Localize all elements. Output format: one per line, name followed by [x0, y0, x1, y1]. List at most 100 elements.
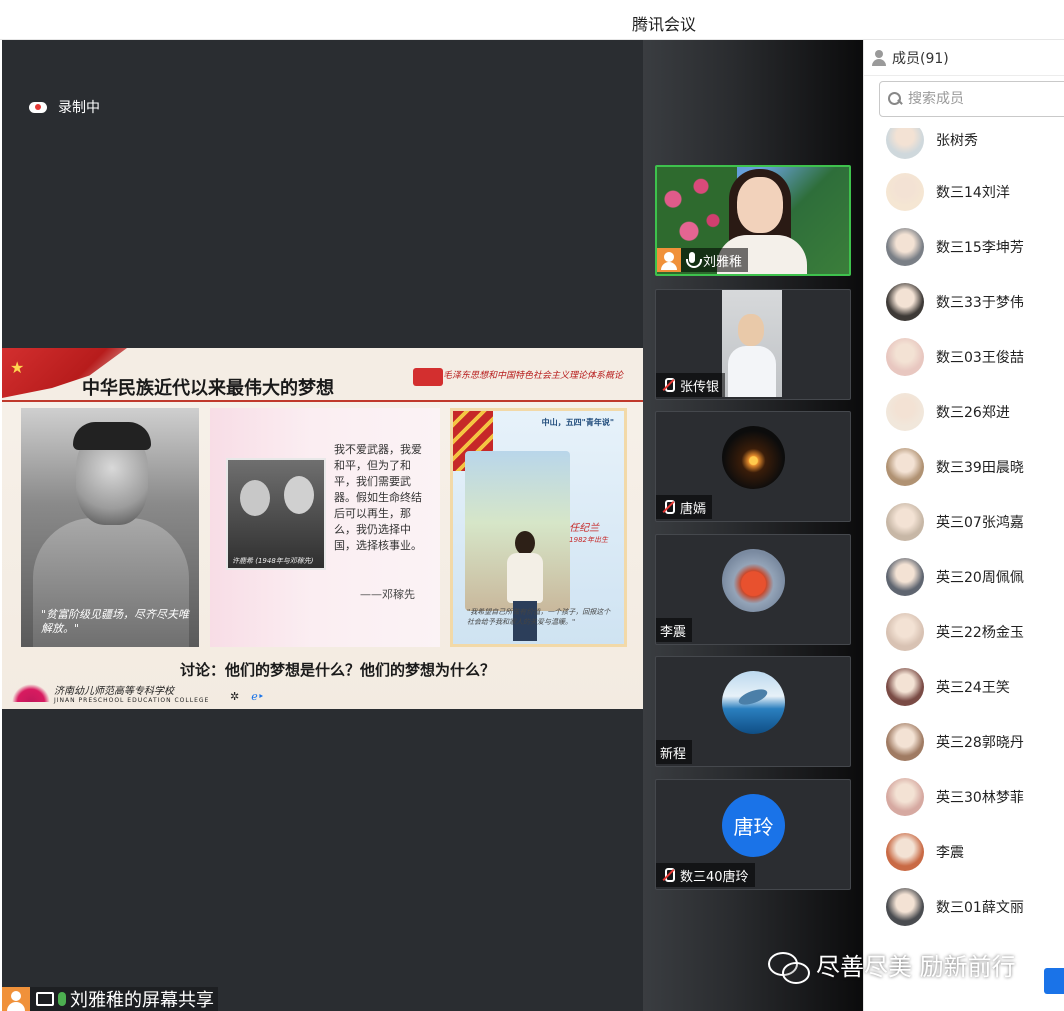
member-row[interactable]: 数三39田晨晓 — [864, 439, 1064, 494]
girl-body — [507, 553, 543, 603]
member-name: 英三07张鸿嘉 — [936, 514, 1024, 531]
poem-text: 我不爱武器，我爱和平，但为了和平，我们需要武器。假如生命终结后可以再生，那么，我… — [334, 443, 422, 552]
person-right — [284, 476, 314, 514]
participant-name: 数三40唐玲 — [680, 869, 749, 885]
slide-banner: ★ 中华民族近代以来最伟大的梦想 毛泽东思想和中国特色社会主义理论体系概论 — [2, 348, 643, 402]
tile-namebar: 李震 — [656, 618, 693, 642]
member-avatar — [886, 557, 924, 596]
member-avatar — [886, 392, 924, 431]
poem-author: ——邓稼先 — [360, 588, 415, 601]
star-icon: ★ — [10, 358, 25, 377]
mic-on-icon — [685, 252, 702, 268]
member-name: 数三39田晨晓 — [936, 459, 1024, 476]
college-logo: 济南幼儿师范高等专科学校 JINAN PRESCHOOL EDUCATION C… — [12, 682, 209, 704]
member-row[interactable]: 英三07张鸿嘉 — [864, 494, 1064, 549]
members-count: 成员(91) — [892, 50, 949, 67]
member-row[interactable]: 英三20周佩佩 — [864, 549, 1064, 604]
member-name: 数三03王俊喆 — [936, 349, 1024, 366]
member-row[interactable]: 数三03王俊喆 — [864, 329, 1064, 384]
member-name: 英三24王笑 — [936, 679, 1010, 696]
youth-name-text: 任纪兰 — [569, 523, 600, 534]
member-avatar — [886, 612, 924, 651]
share-owner-label: 刘雅稚的屏幕共享 — [70, 990, 214, 1011]
title-bar: 腾讯会议 — [0, 0, 1064, 40]
member-list: 张树秀数三14刘洋数三15李坤芳 数三33于梦伟数三03王俊喆 数三26郑进 数三39… — [864, 128, 1064, 948]
member-name: 张树秀 — [936, 133, 978, 149]
video-tile-xincheng[interactable]: 新程 — [655, 656, 851, 767]
member-avatar — [886, 447, 924, 486]
participant-face — [737, 177, 783, 233]
portrait-photo: "贫富阶级见疆场，尽齐尽夫唯解放。" — [21, 408, 199, 647]
member-row[interactable]: 数三14刘洋 — [864, 164, 1064, 219]
camera-feed — [722, 290, 782, 397]
video-tile-lizhen[interactable]: 李震 — [655, 534, 851, 645]
recording-label: 录制中 — [58, 100, 100, 116]
party-flag-icon — [413, 368, 443, 386]
participant-face — [738, 314, 764, 346]
member-name: 数三14刘洋 — [936, 184, 1010, 201]
member-name: 李震 — [936, 844, 964, 861]
search-icon — [888, 92, 902, 106]
poem-panel: 许鹿希 (1948年与邓稼先) 我不爱武器，我爱和平，但为了和平，我们需要武器。… — [210, 408, 440, 647]
youth-panel: 中山，五四"青年说" 任纪兰 1982年出生 "我希望自己所做有价值，一个孩子，… — [450, 408, 627, 647]
window-title: 腾讯会议 — [631, 15, 696, 34]
participant-name: 张传银 — [680, 379, 720, 395]
member-avatar — [886, 282, 924, 321]
member-name: 英三28郭晓丹 — [936, 734, 1024, 751]
fish-avatar — [722, 549, 785, 612]
youth-caption: "我希望自己所做有价值，一个孩子，回报这个社会给予我和家人的关爱与温暖。" — [467, 608, 611, 626]
member-avatar — [886, 227, 924, 266]
shared-slide: ★ 中华民族近代以来最伟大的梦想 毛泽东思想和中国特色社会主义理论体系概论 "贫… — [2, 348, 643, 709]
member-name: 数三01薛文丽 — [936, 899, 1024, 916]
participant-name: 唐嫣 — [680, 501, 707, 517]
member-avatar — [886, 128, 924, 159]
member-row[interactable]: 数三26郑进 — [864, 384, 1064, 439]
host-avatar-icon — [2, 987, 30, 1011]
video-tile-zhangchuanyin[interactable]: 张传银 — [655, 289, 851, 400]
panel-toggle-button[interactable] — [1044, 968, 1064, 994]
mic-muted-icon — [660, 499, 676, 515]
windmill-icon[interactable]: ✲ — [230, 690, 239, 703]
member-name: 英三22杨金玉 — [936, 624, 1024, 641]
video-tile-liuyazhi[interactable]: 刘雅稚 — [655, 165, 851, 276]
member-avatar — [886, 172, 924, 211]
person-left — [240, 480, 270, 516]
member-row[interactable]: 英三28郭晓丹 — [864, 714, 1064, 769]
recording-indicator[interactable]: 录制中 — [28, 97, 100, 117]
participant-body — [728, 346, 776, 397]
video-tile-tangling[interactable]: 唐玲 数三40唐玲 — [655, 779, 851, 890]
browser-icon[interactable]: ℯ‣ — [251, 690, 264, 703]
member-name: 英三30林梦菲 — [936, 789, 1024, 806]
participant-name: 新程 — [660, 746, 687, 762]
tile-namebar: 新程 — [656, 740, 693, 764]
dolphin-avatar — [722, 671, 785, 734]
candle-avatar — [722, 426, 785, 489]
couple-photo: 许鹿希 (1948年与邓稼先) — [226, 458, 326, 570]
member-avatar — [886, 887, 924, 926]
member-row[interactable]: 英三30林梦菲 — [864, 769, 1064, 824]
member-row[interactable]: 数三15李坤芳 — [864, 219, 1064, 274]
member-row[interactable]: 英三24王笑 — [864, 659, 1064, 714]
video-tile-tangyan[interactable]: 唐嫣 — [655, 411, 851, 522]
member-row[interactable]: 李震 — [864, 824, 1064, 879]
member-avatar — [886, 832, 924, 871]
member-avatar — [886, 777, 924, 816]
college-name-cn: 济南幼儿师范高等专科学校 — [54, 686, 174, 697]
slide-title: 中华民族近代以来最伟大的梦想 — [82, 378, 334, 399]
members-panel: 成员(91) 张树秀数三14刘洋数三15李坤芳数三33于梦伟数三03王俊喆数三2… — [863, 40, 1064, 1011]
member-search[interactable] — [879, 81, 1064, 117]
wechat-icon — [768, 950, 810, 984]
member-name: 数三26郑进 — [936, 404, 1010, 421]
text-avatar: 唐玲 — [722, 794, 785, 857]
slide-subtitle: 毛泽东思想和中国特色社会主义理论体系概论 — [442, 371, 623, 381]
member-search-input[interactable] — [908, 91, 1058, 107]
youth-name: 任纪兰 1982年出生 — [569, 519, 608, 545]
member-row[interactable]: 张树秀 — [864, 128, 1064, 164]
tile-namebar: 数三40唐玲 — [656, 863, 755, 887]
participant-name: 李震 — [660, 624, 687, 640]
member-row[interactable]: 数三33于梦伟 — [864, 274, 1064, 329]
youth-photo — [465, 451, 570, 641]
member-row[interactable]: 英三22杨金玉 — [864, 604, 1064, 659]
member-row[interactable]: 数三01薛文丽 — [864, 879, 1064, 934]
tile-namebar: 刘雅稚 — [657, 248, 749, 272]
